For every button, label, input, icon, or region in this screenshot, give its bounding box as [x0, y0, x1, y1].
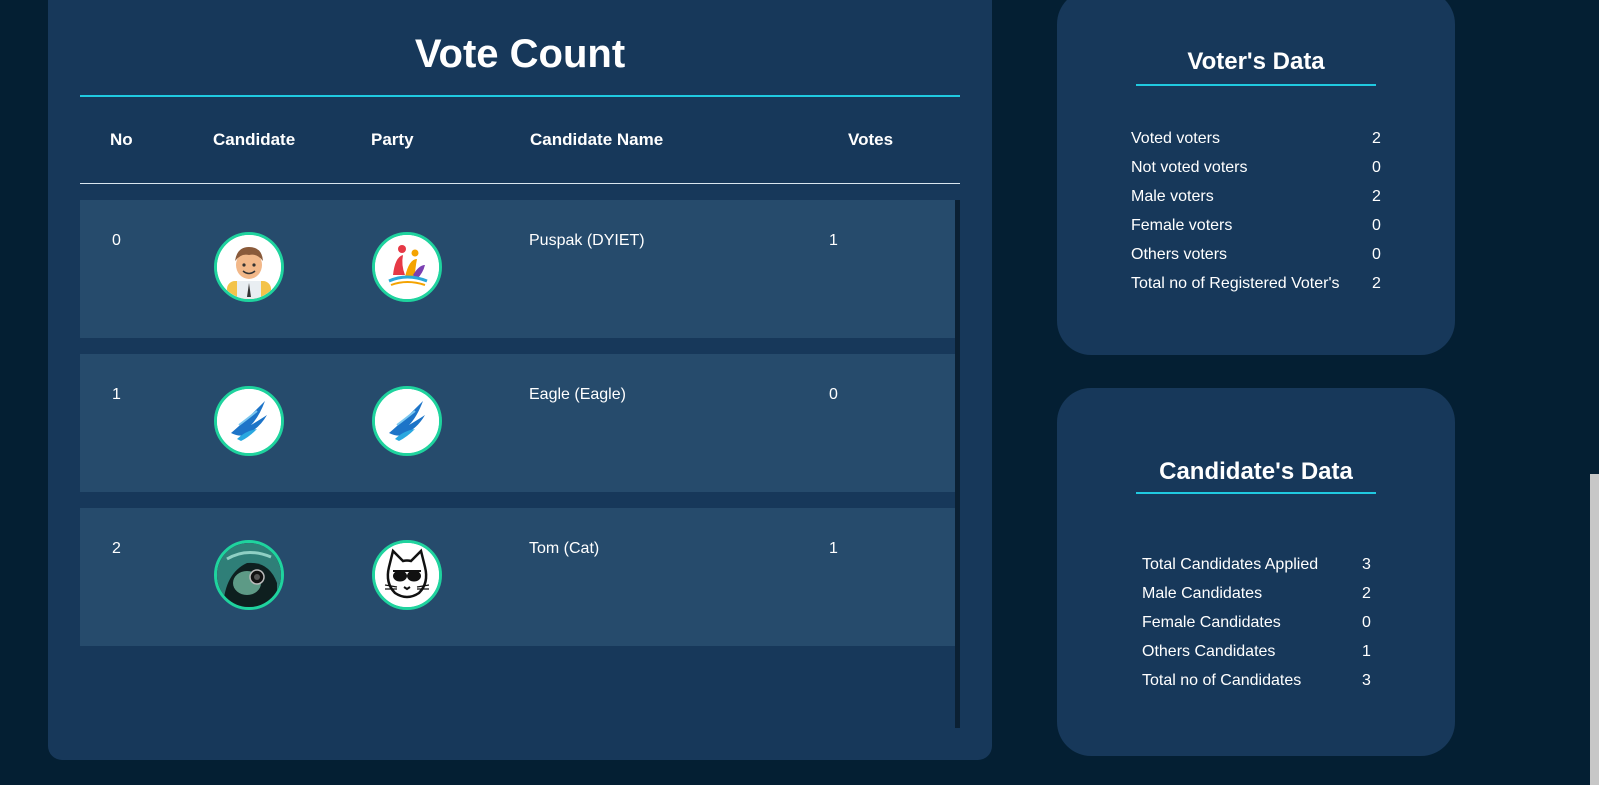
- stat-others-candidates: Others Candidates 1: [1142, 643, 1371, 660]
- stat-total-candidates: Total no of Candidates 3: [1142, 672, 1371, 689]
- row-number: 0: [112, 232, 121, 249]
- table-row: 0 Puspak (DYIET) 1: [80, 200, 955, 338]
- vote-count-panel: Vote Count No Candidate Party Candidate …: [48, 0, 992, 760]
- vote-table-body[interactable]: 0 Puspak (DYIET) 1 1 Eagle (Eagle) 0 2 T…: [80, 200, 960, 728]
- header-party: Party: [371, 130, 414, 149]
- vote-total: 1: [829, 232, 838, 249]
- row-number: 2: [112, 540, 121, 557]
- stat-male-voters: Male voters 2: [1131, 188, 1381, 205]
- stat-male-candidates: Male Candidates 2: [1142, 585, 1371, 602]
- stat-total-registered-voters: Total no of Registered Voter's 2: [1131, 275, 1381, 292]
- stat-female-candidates: Female Candidates 0: [1142, 614, 1371, 631]
- title-divider: [80, 95, 960, 97]
- eagle-logo-icon: [214, 386, 284, 456]
- table-row: 1 Eagle (Eagle) 0: [80, 354, 955, 492]
- candidates-data-title: Candidate's Data: [1159, 458, 1353, 485]
- candidate-name: Tom (Cat): [529, 540, 600, 557]
- vote-count-title: Vote Count: [414, 32, 626, 76]
- voters-data-card: Voter's Data Voted voters 2 Not voted vo…: [1057, 0, 1455, 355]
- header-votes: Votes: [848, 130, 894, 149]
- row-number: 1: [112, 386, 121, 403]
- stat-others-voters: Others voters 0: [1131, 246, 1381, 263]
- vote-total: 1: [829, 540, 838, 557]
- eagle-logo-icon: [372, 386, 442, 456]
- candidate-name: Eagle (Eagle): [529, 386, 626, 403]
- header-candidate: Candidate: [213, 130, 296, 149]
- voters-stat-list: Voted voters 2 Not voted voters 0 Male v…: [1131, 130, 1383, 304]
- stat-female-voters: Female voters 0: [1131, 217, 1381, 234]
- voters-data-title: Voter's Data: [1187, 48, 1325, 75]
- stat-not-voted-voters: Not voted voters 0: [1131, 159, 1381, 176]
- header-candidate-name: Candidate Name: [530, 130, 664, 149]
- table-row: 2 Tom (Cat) 1: [80, 508, 955, 646]
- voters-title-divider: [1136, 84, 1376, 86]
- man-avatar-icon: [214, 232, 284, 302]
- cat-sunglasses-icon: [372, 540, 442, 610]
- table-scrollbar[interactable]: [955, 200, 960, 728]
- candidates-stat-list: Total Candidates Applied 3 Male Candidat…: [1142, 556, 1382, 701]
- header-divider: [80, 183, 960, 184]
- stat-voted-voters: Voted voters 2: [1131, 130, 1381, 147]
- stat-total-candidates-applied: Total Candidates Applied 3: [1142, 556, 1371, 573]
- candidate-name: Puspak (DYIET): [529, 232, 645, 249]
- header-no: No: [110, 130, 133, 149]
- vote-total: 0: [829, 386, 838, 403]
- page-scrollbar[interactable]: [1590, 474, 1599, 785]
- hooded-figure-icon: [214, 540, 284, 610]
- people-logo-icon: [372, 232, 442, 302]
- candidates-data-card: Candidate's Data Total Candidates Applie…: [1057, 388, 1455, 756]
- candidates-title-divider: [1136, 492, 1376, 494]
